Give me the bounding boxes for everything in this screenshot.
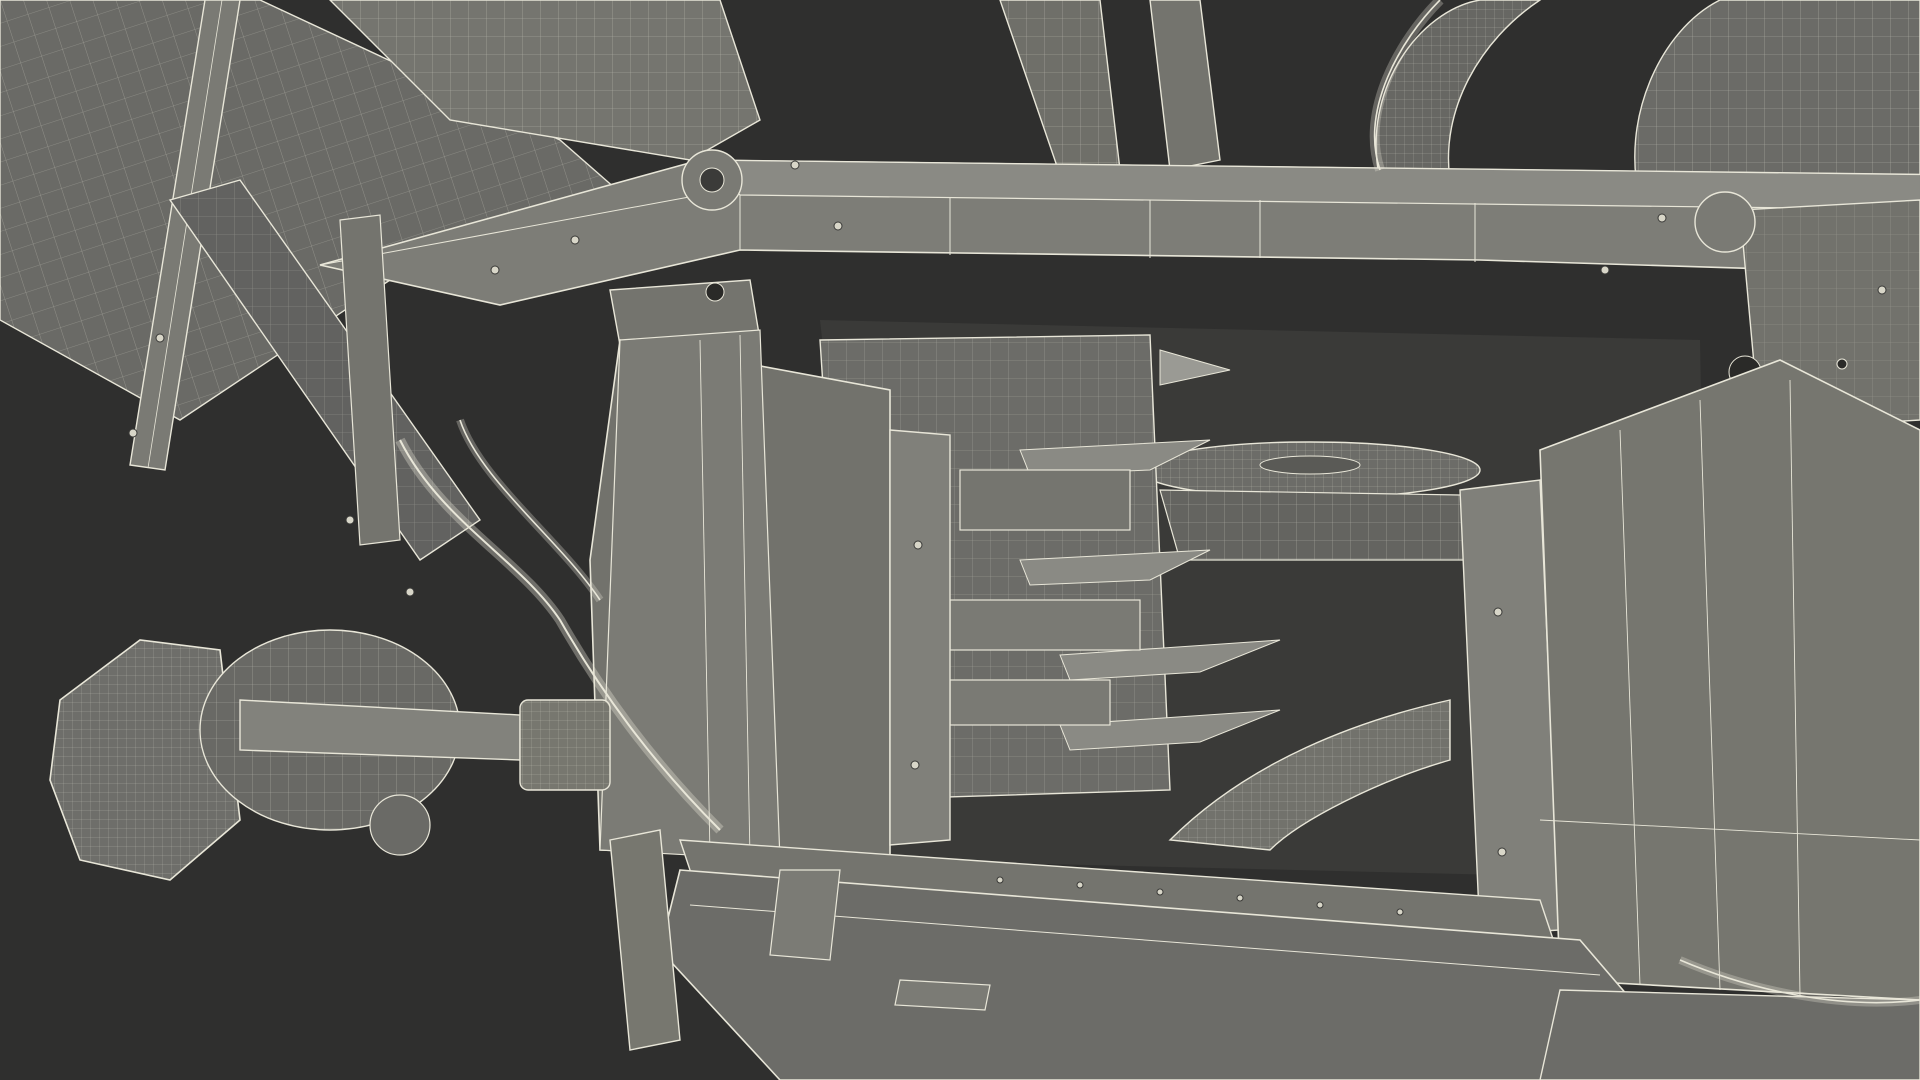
wireframe-render xyxy=(0,0,1920,1080)
rotor-drum xyxy=(1139,441,1481,561)
render-viewport xyxy=(0,0,1920,1080)
